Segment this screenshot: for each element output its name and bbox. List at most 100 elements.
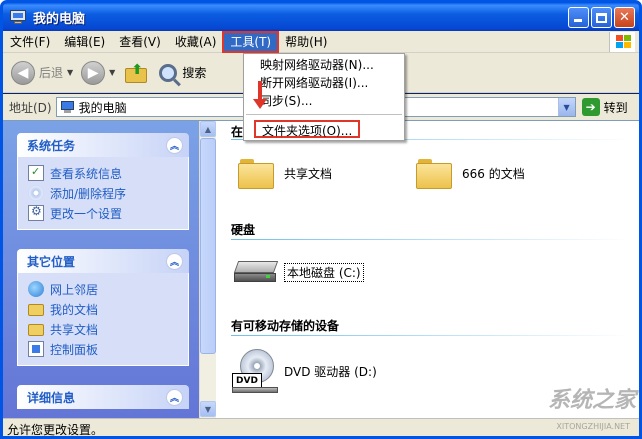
back-label: 后退 bbox=[39, 66, 64, 80]
menu-file[interactable]: 文件(F) bbox=[3, 32, 57, 52]
dvd-drive-d-item[interactable]: DVD DVD 驱动器 (D:) bbox=[232, 349, 377, 393]
panel-header[interactable]: 系统任务 ︽ bbox=[17, 133, 189, 157]
menu-folder-options[interactable]: 文件夹选项(O)... bbox=[254, 120, 361, 138]
menu-view[interactable]: 查看(V) bbox=[112, 32, 168, 52]
group-title-hard-disks: 硬盘 bbox=[231, 223, 256, 237]
hard-drive-icon bbox=[232, 259, 280, 285]
place-control-panel[interactable]: 控制面板 bbox=[28, 339, 180, 359]
item-label: 共享文档 bbox=[284, 166, 333, 181]
forward-arrow-icon: ▶ bbox=[81, 60, 106, 85]
address-dropdown-button[interactable]: ▼ bbox=[557, 98, 575, 116]
panel-title: 详细信息 bbox=[27, 390, 76, 405]
watermark: 系统之家 bbox=[547, 388, 636, 413]
chevron-down-icon[interactable]: ▼ bbox=[109, 68, 115, 77]
maximize-icon bbox=[596, 12, 607, 23]
go-button[interactable]: ➔ 转到 bbox=[581, 98, 628, 116]
close-button[interactable]: ✕ bbox=[614, 7, 635, 28]
item-label: 本地磁盘 (C:) bbox=[284, 262, 364, 282]
file-view: 在 共享文档 666 的文档 硬盘 本地磁盘 (C:) 有可移动存储的设备 DV… bbox=[216, 121, 639, 419]
task-label: 共享文档 bbox=[50, 322, 99, 337]
user-documents-item[interactable]: 666 的文档 bbox=[416, 157, 525, 189]
settings-icon bbox=[28, 204, 44, 221]
details-panel: 详细信息 ︽ bbox=[17, 385, 189, 409]
group-title-removable: 有可移动存储的设备 bbox=[231, 319, 340, 333]
menu-help[interactable]: 帮助(H) bbox=[278, 32, 334, 52]
title-bar[interactable]: 我的电脑 ✕ bbox=[3, 3, 639, 31]
group-divider bbox=[231, 239, 631, 240]
menu-disconnect-network-drive[interactable]: 断开网络驱动器(I)... bbox=[260, 74, 368, 92]
task-label: 查看系统信息 bbox=[50, 166, 123, 181]
task-label: 添加/删除程序 bbox=[50, 186, 127, 201]
back-button[interactable]: ◀ 后退 ▼ bbox=[11, 57, 73, 89]
menu-tools[interactable]: 工具(T) bbox=[222, 30, 280, 53]
menu-synchronize[interactable]: 同步(S)... bbox=[260, 92, 312, 110]
documents-icon bbox=[28, 304, 44, 316]
task-change-setting[interactable]: 更改一个设置 bbox=[28, 203, 180, 223]
window-title: 我的电脑 bbox=[33, 11, 86, 27]
scroll-down-button[interactable]: ▼ bbox=[200, 401, 216, 417]
place-network[interactable]: 网上邻居 bbox=[28, 279, 180, 299]
other-places-panel: 其它位置 ︽ 网上邻居 我的文档 共享文档 控制面板 bbox=[17, 249, 189, 366]
task-label: 控制面板 bbox=[50, 342, 99, 357]
dvd-drive-icon: DVD bbox=[232, 349, 280, 393]
go-arrow-icon: ➔ bbox=[581, 98, 600, 116]
menu-favorites[interactable]: 收藏(A) bbox=[168, 32, 224, 52]
minimize-icon bbox=[574, 19, 582, 22]
task-add-remove-programs[interactable]: 添加/删除程序 bbox=[28, 183, 180, 203]
chevron-down-icon[interactable]: ▼ bbox=[67, 68, 73, 77]
item-label: DVD 驱动器 (D:) bbox=[284, 364, 377, 379]
shared-folder-icon bbox=[28, 324, 44, 336]
minimize-button[interactable] bbox=[568, 7, 589, 28]
status-text: 允许您更改设置。 bbox=[7, 422, 104, 437]
add-remove-icon bbox=[28, 185, 44, 201]
maximize-button[interactable] bbox=[591, 7, 612, 28]
search-icon bbox=[159, 63, 178, 82]
menu-separator bbox=[246, 114, 402, 115]
back-arrow-icon: ◀ bbox=[11, 60, 35, 85]
red-arrow-annotation bbox=[253, 81, 267, 111]
chevron-up-icon[interactable]: ︽ bbox=[166, 252, 183, 270]
group-divider bbox=[231, 335, 631, 336]
status-bar: 允许您更改设置。 bbox=[3, 418, 639, 437]
forward-button[interactable]: ▶ ▼ bbox=[81, 57, 115, 89]
explorer-window: 我的电脑 ✕ 文件(F) 编辑(E) 查看(V) 收藏(A) 工具(T) 帮助(… bbox=[0, 0, 642, 439]
search-button[interactable]: 搜索 bbox=[159, 63, 207, 82]
menu-bar: 文件(F) 编辑(E) 查看(V) 收藏(A) 工具(T) 帮助(H) bbox=[3, 30, 639, 53]
address-value: 我的电脑 bbox=[78, 100, 127, 115]
task-view-system-info[interactable]: 查看系统信息 bbox=[28, 163, 180, 183]
panel-header[interactable]: 详细信息 ︽ bbox=[17, 385, 189, 409]
menu-map-network-drive[interactable]: 映射网络驱动器(N)... bbox=[260, 56, 374, 74]
tools-menu: 映射网络驱动器(N)... 断开网络驱动器(I)... 同步(S)... 文件夹… bbox=[243, 53, 405, 141]
system-info-icon bbox=[28, 165, 44, 181]
chevron-up-icon[interactable]: ︽ bbox=[166, 136, 183, 154]
scroll-thumb[interactable] bbox=[200, 138, 216, 354]
up-arrow-icon: ⬆ bbox=[131, 61, 144, 78]
my-computer-icon bbox=[9, 9, 27, 25]
folder-icon bbox=[238, 157, 274, 189]
panel-header[interactable]: 其它位置 ︽ bbox=[17, 249, 189, 273]
folder-icon bbox=[416, 157, 452, 189]
network-icon bbox=[28, 281, 44, 297]
address-label: 地址(D) bbox=[9, 100, 52, 115]
place-my-documents[interactable]: 我的文档 bbox=[28, 299, 180, 319]
watermark-sub: XITONGZHIJIA.NET bbox=[556, 422, 630, 431]
windows-logo-icon bbox=[609, 32, 635, 52]
item-label: 666 的文档 bbox=[462, 166, 525, 181]
up-folder-button[interactable]: ⬆ bbox=[125, 62, 149, 84]
system-tasks-panel: 系统任务 ︽ 查看系统信息 添加/删除程序 更改一个设置 bbox=[17, 133, 189, 230]
close-icon: ✕ bbox=[619, 10, 630, 25]
go-label: 转到 bbox=[603, 100, 628, 115]
place-shared-documents[interactable]: 共享文档 bbox=[28, 319, 180, 339]
shared-documents-item[interactable]: 共享文档 bbox=[238, 157, 332, 189]
chevron-up-icon[interactable]: ︽ bbox=[166, 388, 183, 406]
task-label: 更改一个设置 bbox=[50, 206, 123, 221]
group-title-files: 在 bbox=[231, 125, 244, 139]
task-label: 我的文档 bbox=[50, 302, 99, 317]
scroll-up-button[interactable]: ▲ bbox=[200, 121, 216, 137]
local-disk-c-item[interactable]: 本地磁盘 (C:) bbox=[232, 259, 364, 285]
task-pane: 系统任务 ︽ 查看系统信息 添加/删除程序 更改一个设置 其它位置 ︽ 网上邻居… bbox=[3, 121, 199, 419]
task-pane-scrollbar[interactable]: ▲ ▼ bbox=[199, 121, 216, 419]
search-label: 搜索 bbox=[182, 66, 207, 80]
content-area: 系统任务 ︽ 查看系统信息 添加/删除程序 更改一个设置 其它位置 ︽ 网上邻居… bbox=[3, 120, 639, 419]
menu-edit[interactable]: 编辑(E) bbox=[57, 32, 112, 52]
